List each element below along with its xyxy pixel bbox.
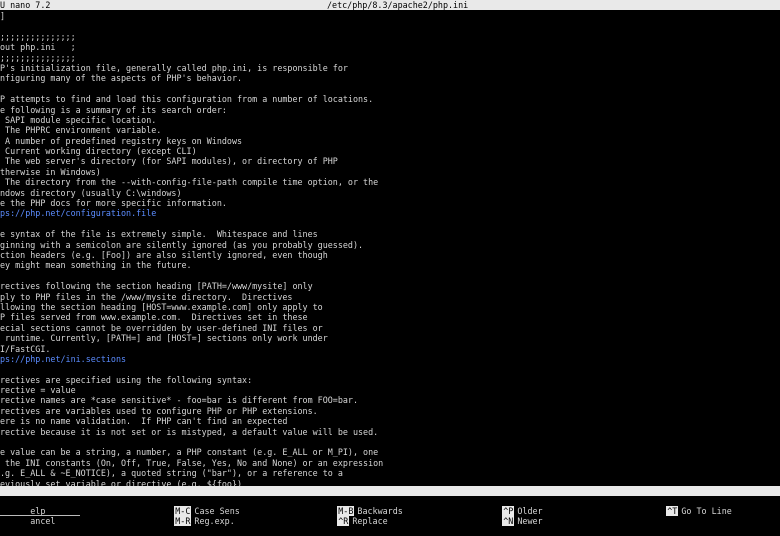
text-line: llowing the section heading [HOST=www.ex…	[0, 301, 323, 312]
text-line: A number of predefined registry keys on …	[0, 135, 243, 146]
text-line: rective because it is not set or is mist…	[0, 426, 379, 437]
text-line: ;;;;;;;;;;;;;;;	[0, 31, 76, 42]
text-line: P attempts to find and load this configu…	[0, 94, 374, 105]
text-line: ply to PHP files in the /www/mysite dire…	[0, 291, 293, 302]
shortcut-bar: elp M-C Case Sens M-B Backwards ^P Older ^T…	[0, 496, 780, 526]
terminal-window: U nano 7.2 /etc/php/8.3/apache2/php.ini …	[0, 0, 780, 526]
text-line: ginning with a semicolon are silently ig…	[0, 239, 364, 250]
text-line: Current working directory (except CLI)	[0, 146, 197, 157]
text-line: The web server's directory (for SAPI mod…	[0, 156, 338, 167]
text-line: ey might mean something in the future.	[0, 260, 192, 271]
url-line: ps://php.net/configuration.file	[0, 208, 157, 219]
text-line	[0, 437, 780, 447]
text-line	[0, 84, 780, 94]
text-line: rective = value	[0, 385, 76, 396]
text-line: out php.ini ;	[0, 42, 76, 53]
text-line	[0, 271, 780, 281]
text-line: e the PHP docs for more specific informa…	[0, 198, 227, 209]
url-line: ps://php.net/ini.sections	[0, 353, 127, 364]
text-line: SAPI module specific location.	[0, 114, 157, 125]
text-line: ecial sections cannot be overridden by u…	[0, 322, 323, 333]
text-line: rectives are variables used to configure…	[0, 405, 318, 416]
shortcut-backwards[interactable]: M-B Backwards	[307, 496, 403, 516]
shortcut-go-to-line[interactable]: ^T Go To Line	[636, 496, 732, 516]
text-line: ndows directory (usually C:\windows)	[0, 187, 182, 198]
shortcut-case-sens[interactable]: M-C Case Sens	[144, 496, 240, 516]
shortcut-older[interactable]: ^P Older	[472, 496, 543, 516]
text-line	[0, 364, 780, 374]
search-prompt-bar[interactable]: ch: max_execution_time	[0, 486, 780, 506]
text-line: e syntax of the file is extremely simple…	[0, 229, 318, 240]
file-path: /etc/php/8.3/apache2/php.ini	[327, 0, 469, 10]
shortcut-newer[interactable]: ^N Newer	[472, 506, 543, 526]
editor-text-area[interactable]: ];;;;;;;;;;;;;;; out php.ini ;;;;;;;;;;;;…	[0, 11, 780, 489]
nano-title-bar: U nano 7.2 /etc/php/8.3/apache2/php.ini	[0, 0, 780, 10]
text-line: runtime. Currently, [PATH=] and [HOST=] …	[0, 333, 328, 344]
text-line: rectives are specified using the followi…	[0, 374, 253, 385]
app-version: U nano 7.2	[0, 0, 51, 10]
text-line: The directory from the --with-config-fil…	[0, 177, 379, 188]
shortcut-replace[interactable]: ^R Replace	[307, 506, 388, 526]
text-line	[0, 21, 780, 31]
text-line: nfiguring many of the aspects of PHP's b…	[0, 73, 243, 84]
text-line: P's initialization file, generally calle…	[0, 62, 348, 73]
text-line: I/FastCGI.	[0, 343, 51, 354]
text-line: ]	[0, 11, 6, 21]
shortcut-regexp[interactable]: M-R Reg.exp.	[144, 506, 235, 526]
text-line: The PHPRC environment variable.	[0, 125, 162, 136]
text-line	[0, 219, 780, 229]
text-line: e following is a summary of its search o…	[0, 104, 227, 115]
text-line: e value can be a string, a number, a PHP…	[0, 447, 379, 458]
text-line: ere is no name validation. If PHP can't …	[0, 416, 288, 427]
text-line: the INI constants (On, Off, True, False,…	[0, 457, 384, 468]
text-line: .g. E_ALL & ~E_NOTICE), a quoted string …	[0, 468, 343, 479]
text-line: therwise in Windows)	[0, 166, 101, 177]
text-line: P files served from www.example.com. Dir…	[0, 312, 308, 323]
text-line: ;;;;;;;;;;;;;;;	[0, 52, 76, 63]
text-line: rectives following the section heading […	[0, 281, 313, 292]
text-line: ction headers (e.g. [Foo]) are also sile…	[0, 249, 328, 260]
shortcut-help[interactable]: elp	[0, 496, 45, 516]
text-line: rective names are *case sensitive* - foo…	[0, 395, 358, 406]
